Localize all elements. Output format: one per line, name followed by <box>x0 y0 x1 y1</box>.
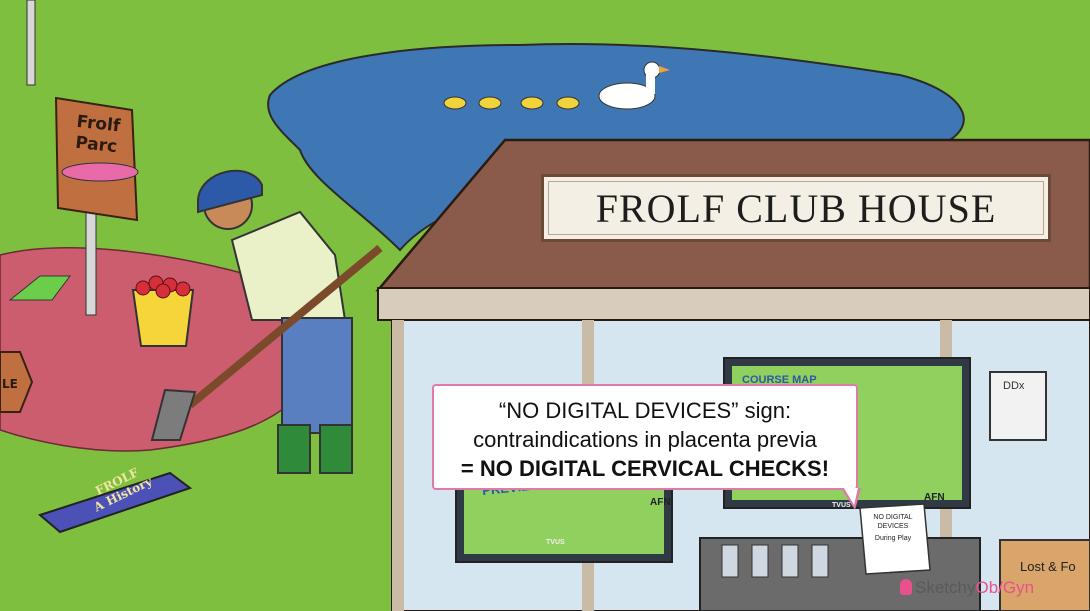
desk-sign-line2: DEVICES <box>877 523 909 530</box>
callout-line3: = NO DIGITAL CERVICAL CHECKS! <box>460 456 830 481</box>
desk-sign-line3: During Play <box>874 535 912 542</box>
callout-line2: contraindications in placenta previa <box>473 427 817 452</box>
logo-text-part2: Ob/Gyn <box>975 578 1035 597</box>
logo-text-part1: Sketchy <box>915 578 976 597</box>
left-screen-brand: TVUS <box>546 539 565 546</box>
frolf-parc-sign: Frolf Parc <box>51 96 140 198</box>
counter <box>699 537 981 611</box>
callout-box: “NO DIGITAL DEVICES” sign: contraindicat… <box>432 384 858 490</box>
lost-found-label: Lost & Fo <box>1020 559 1076 574</box>
desk-sign-line1: NO DIGITAL <box>873 514 913 521</box>
callout-line1: “NO DIGITAL DEVICES” sign: <box>498 398 792 423</box>
club-house-sign: FROLF CLUB HOUSE <box>541 174 1051 242</box>
lost-found-box <box>999 539 1090 611</box>
clipboard-text: DDx <box>1003 380 1025 392</box>
left-screen-badge: AFN <box>650 497 671 508</box>
course-map-badge: AFN <box>924 492 945 503</box>
clubhouse-fascia <box>377 287 1090 321</box>
logo-mark-icon <box>900 579 912 595</box>
pole <box>26 0 36 86</box>
desk-sign: NO DIGITAL DEVICES During Play <box>866 513 920 543</box>
hole-sign-text: LE <box>2 377 18 391</box>
sketchy-logo: SketchyOb/Gyn <box>900 578 1034 598</box>
scene-illustration: LE <box>0 0 1090 611</box>
